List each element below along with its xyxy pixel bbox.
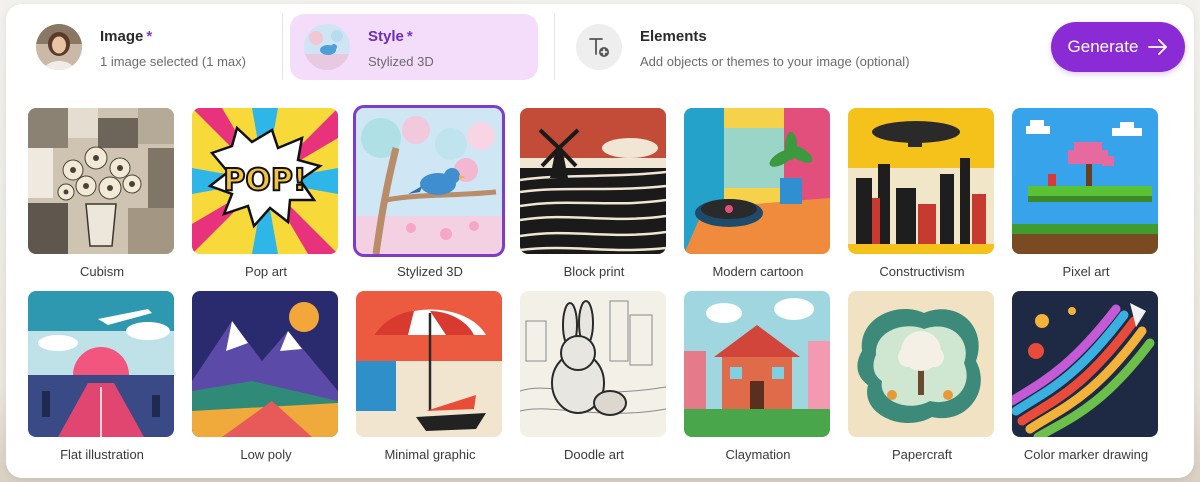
style-label: Cubism bbox=[79, 264, 125, 279]
style-label: Papercraft bbox=[892, 447, 952, 462]
block-print-thumbnail bbox=[520, 108, 666, 254]
generate-label: Generate bbox=[1067, 37, 1139, 56]
doodle-art-thumbnail bbox=[520, 291, 666, 437]
stylized-3d-thumbnail bbox=[353, 105, 505, 257]
style-label: Low poly bbox=[240, 447, 292, 462]
header-divider bbox=[282, 14, 283, 80]
arrow-right-icon bbox=[1148, 39, 1168, 55]
style-tile-pop-art[interactable]: POP! Pop art bbox=[184, 108, 348, 279]
style-label: Color marker drawing bbox=[1023, 447, 1149, 462]
style-option[interactable]: Style * Stylized 3D bbox=[290, 14, 538, 80]
style-tile-color-marker-drawing[interactable]: Color marker drawing bbox=[1004, 291, 1168, 462]
elements-option-title: Elements bbox=[640, 28, 707, 45]
style-thumbnail bbox=[304, 24, 350, 70]
flat-illustration-thumbnail bbox=[28, 291, 174, 437]
style-label: Pixel art bbox=[1062, 264, 1110, 279]
modern-cartoon-thumbnail bbox=[684, 108, 830, 254]
style-picker-panel: Image * 1 image selected (1 max) Style * S… bbox=[6, 4, 1194, 478]
style-tile-papercraft[interactable]: Papercraft bbox=[840, 291, 1004, 462]
constructivism-thumbnail bbox=[848, 108, 994, 254]
style-option-title: Style * bbox=[368, 28, 413, 45]
style-tile-doodle-art[interactable]: Doodle art bbox=[512, 291, 676, 462]
style-tile-constructivism[interactable]: Constructivism bbox=[840, 108, 1004, 279]
image-option-subtitle: 1 image selected (1 max) bbox=[100, 54, 246, 69]
style-tile-block-print[interactable]: Block print bbox=[512, 108, 676, 279]
generate-button[interactable]: Generate bbox=[1051, 22, 1185, 72]
image-option[interactable]: Image * 1 image selected (1 max) bbox=[22, 14, 272, 80]
style-label: Constructivism bbox=[879, 264, 965, 279]
style-label: Pop art bbox=[245, 264, 287, 279]
style-label: Stylized 3D bbox=[397, 264, 463, 279]
style-option-subtitle: Stylized 3D bbox=[368, 54, 434, 69]
style-label: Modern cartoon bbox=[712, 264, 804, 279]
style-tile-low-poly[interactable]: Low poly bbox=[184, 291, 348, 462]
pop-art-thumbnail: POP! bbox=[192, 108, 338, 254]
options-header: Image * 1 image selected (1 max) Style * S… bbox=[6, 4, 1194, 94]
style-tile-claymation[interactable]: Claymation bbox=[676, 291, 840, 462]
style-tile-modern-cartoon[interactable]: Modern cartoon bbox=[676, 108, 840, 279]
minimal-graphic-thumbnail bbox=[356, 291, 502, 437]
elements-option-subtitle: Add objects or themes to your image (opt… bbox=[640, 54, 910, 69]
style-label: Claymation bbox=[725, 447, 791, 462]
header-divider bbox=[554, 14, 555, 80]
user-photo-thumbnail bbox=[36, 24, 82, 70]
claymation-thumbnail bbox=[684, 291, 830, 437]
style-label: Doodle art bbox=[564, 447, 624, 462]
svg-text:POP!: POP! bbox=[223, 163, 306, 198]
style-tile-stylized-3d[interactable]: Stylized 3D bbox=[348, 105, 512, 279]
style-label: Block print bbox=[563, 264, 625, 279]
style-tile-minimal-graphic[interactable]: Minimal graphic bbox=[348, 291, 512, 462]
low-poly-thumbnail bbox=[192, 291, 338, 437]
style-label: Minimal graphic bbox=[384, 447, 476, 462]
cubism-thumbnail bbox=[28, 108, 174, 254]
style-tile-cubism[interactable]: Cubism bbox=[20, 108, 184, 279]
add-text-element-icon bbox=[576, 24, 622, 70]
style-label: Flat illustration bbox=[60, 447, 144, 462]
pixel-art-thumbnail bbox=[1012, 108, 1158, 254]
image-option-title: Image * bbox=[100, 28, 153, 45]
elements-option[interactable]: Elements Add objects or themes to your i… bbox=[562, 14, 1032, 80]
style-tile-flat-illustration[interactable]: Flat illustration bbox=[20, 291, 184, 462]
style-tile-pixel-art[interactable]: Pixel art bbox=[1004, 108, 1168, 279]
color-marker-drawing-thumbnail bbox=[1012, 291, 1158, 437]
papercraft-thumbnail bbox=[848, 291, 994, 437]
